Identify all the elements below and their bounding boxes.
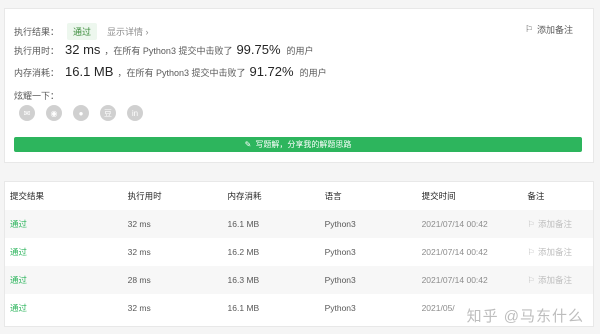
runtime-mid-text: ，在所有 Python3 提交中击败了 bbox=[104, 46, 233, 56]
add-note-button[interactable]: ⚐ 添加备注 bbox=[525, 23, 573, 36]
language-cell: Python3 bbox=[324, 247, 356, 257]
header-memory: 内存消耗 bbox=[227, 191, 262, 201]
memory-cell: 16.1 MB bbox=[222, 210, 320, 238]
result-label: 执行结果： bbox=[14, 27, 60, 37]
language-cell: Python3 bbox=[319, 266, 417, 294]
write-solution-button[interactable]: ✎ 写题解，分享我的解题思路 bbox=[14, 137, 582, 152]
header-runtime: 执行用时 bbox=[127, 191, 162, 201]
result-row: 执行结果： 通过 显示详情 › bbox=[14, 23, 149, 40]
memory-label: 内存消耗： bbox=[14, 68, 60, 78]
linkedin-icon[interactable]: in bbox=[127, 105, 143, 121]
flag-icon: ⚐ bbox=[524, 24, 533, 34]
result-summary-card: 执行结果： 通过 显示详情 › ⚐ 添加备注 执行用时： 32 ms ，在所有 … bbox=[4, 8, 594, 163]
result-badge: 通过 bbox=[67, 23, 98, 40]
douban-icon[interactable]: 豆 bbox=[100, 105, 116, 121]
header-submit-time: 提交时间 bbox=[421, 191, 456, 201]
weibo-icon[interactable]: ◉ bbox=[46, 105, 62, 121]
language-cell: Python3 bbox=[319, 210, 417, 238]
add-note-cell[interactable]: ⚐ 添加备注 bbox=[522, 238, 593, 266]
watermark: 知乎 @马东什么 bbox=[466, 308, 584, 325]
submissions-table: 提交结果 执行用时 内存消耗 语言 提交时间 备注 通过 32 ms 16.1 … bbox=[5, 182, 593, 322]
table-header-row: 提交结果 执行用时 内存消耗 语言 提交时间 备注 bbox=[5, 182, 593, 210]
table-row[interactable]: 通过 28 ms 16.3 MB Python3 2021/07/14 00:4… bbox=[5, 266, 593, 294]
status-cell[interactable]: 通过 bbox=[5, 210, 123, 238]
runtime-cell: 32 ms bbox=[127, 303, 151, 313]
status-cell[interactable]: 通过 bbox=[5, 266, 123, 294]
memory-value: 16.1 MB bbox=[65, 64, 114, 79]
runtime-label: 执行用时： bbox=[14, 46, 60, 56]
submit-time-cell: 2021/07/14 00:42 bbox=[416, 266, 523, 294]
share-icons: ✉ ◉ ● 豆 in bbox=[19, 105, 143, 121]
submit-time-cell: 2021/07/14 00:42 bbox=[416, 210, 523, 238]
memory-percentile: 91.72% bbox=[249, 64, 294, 79]
wechat-icon[interactable]: ✉ bbox=[19, 105, 35, 121]
runtime-cell: 32 ms bbox=[122, 210, 223, 238]
header-note: 备注 bbox=[527, 191, 545, 201]
runtime-suffix: 的用户 bbox=[286, 46, 314, 56]
qq-icon[interactable]: ● bbox=[73, 105, 89, 121]
flag-icon: ⚐ bbox=[527, 275, 536, 285]
flag-icon: ⚐ bbox=[527, 219, 536, 229]
show-details-link[interactable]: 显示详情 › bbox=[107, 25, 149, 38]
language-cell: Python3 bbox=[324, 303, 356, 313]
status-cell[interactable]: 通过 bbox=[5, 238, 123, 266]
flag-icon: ⚐ bbox=[527, 247, 536, 257]
add-note-label: 添加备注 bbox=[538, 219, 573, 229]
add-note-label: 添加备注 bbox=[536, 25, 573, 35]
runtime-cell: 32 ms bbox=[127, 247, 151, 257]
header-status: 提交结果 bbox=[10, 191, 45, 201]
table-row[interactable]: 通过 32 ms 16.1 MB Python3 2021/07/14 00:4… bbox=[5, 210, 593, 238]
memory-mid-text: ，在所有 Python3 提交中击败了 bbox=[117, 68, 246, 78]
memory-metric: 内存消耗： 16.1 MB ，在所有 Python3 提交中击败了 91.72%… bbox=[14, 64, 327, 79]
add-note-cell[interactable]: ⚐ 添加备注 bbox=[522, 210, 593, 238]
status-cell[interactable]: 通过 bbox=[5, 294, 123, 322]
runtime-percentile: 99.75% bbox=[236, 42, 281, 57]
add-note-label: 添加备注 bbox=[538, 247, 573, 257]
runtime-value: 32 ms bbox=[65, 42, 101, 57]
memory-suffix: 的用户 bbox=[299, 68, 327, 78]
submit-time-cell: 2021/07/14 00:42 bbox=[421, 247, 488, 257]
table-row[interactable]: 通过 32 ms 16.2 MB Python3 2021/07/14 00:4… bbox=[5, 238, 593, 266]
memory-cell: 16.3 MB bbox=[222, 266, 320, 294]
write-solution-label: 写题解，分享我的解题思路 bbox=[255, 140, 352, 149]
runtime-cell: 28 ms bbox=[122, 266, 223, 294]
pencil-icon: ✎ bbox=[244, 140, 252, 149]
memory-cell: 16.2 MB bbox=[227, 247, 260, 257]
share-label: 炫耀一下： bbox=[14, 91, 60, 101]
header-language: 语言 bbox=[324, 191, 342, 201]
add-note-label: 添加备注 bbox=[538, 275, 573, 285]
add-note-cell[interactable]: ⚐ 添加备注 bbox=[522, 266, 593, 294]
runtime-metric: 执行用时： 32 ms ，在所有 Python3 提交中击败了 99.75% 的… bbox=[14, 42, 314, 57]
memory-cell: 16.1 MB bbox=[227, 303, 260, 313]
